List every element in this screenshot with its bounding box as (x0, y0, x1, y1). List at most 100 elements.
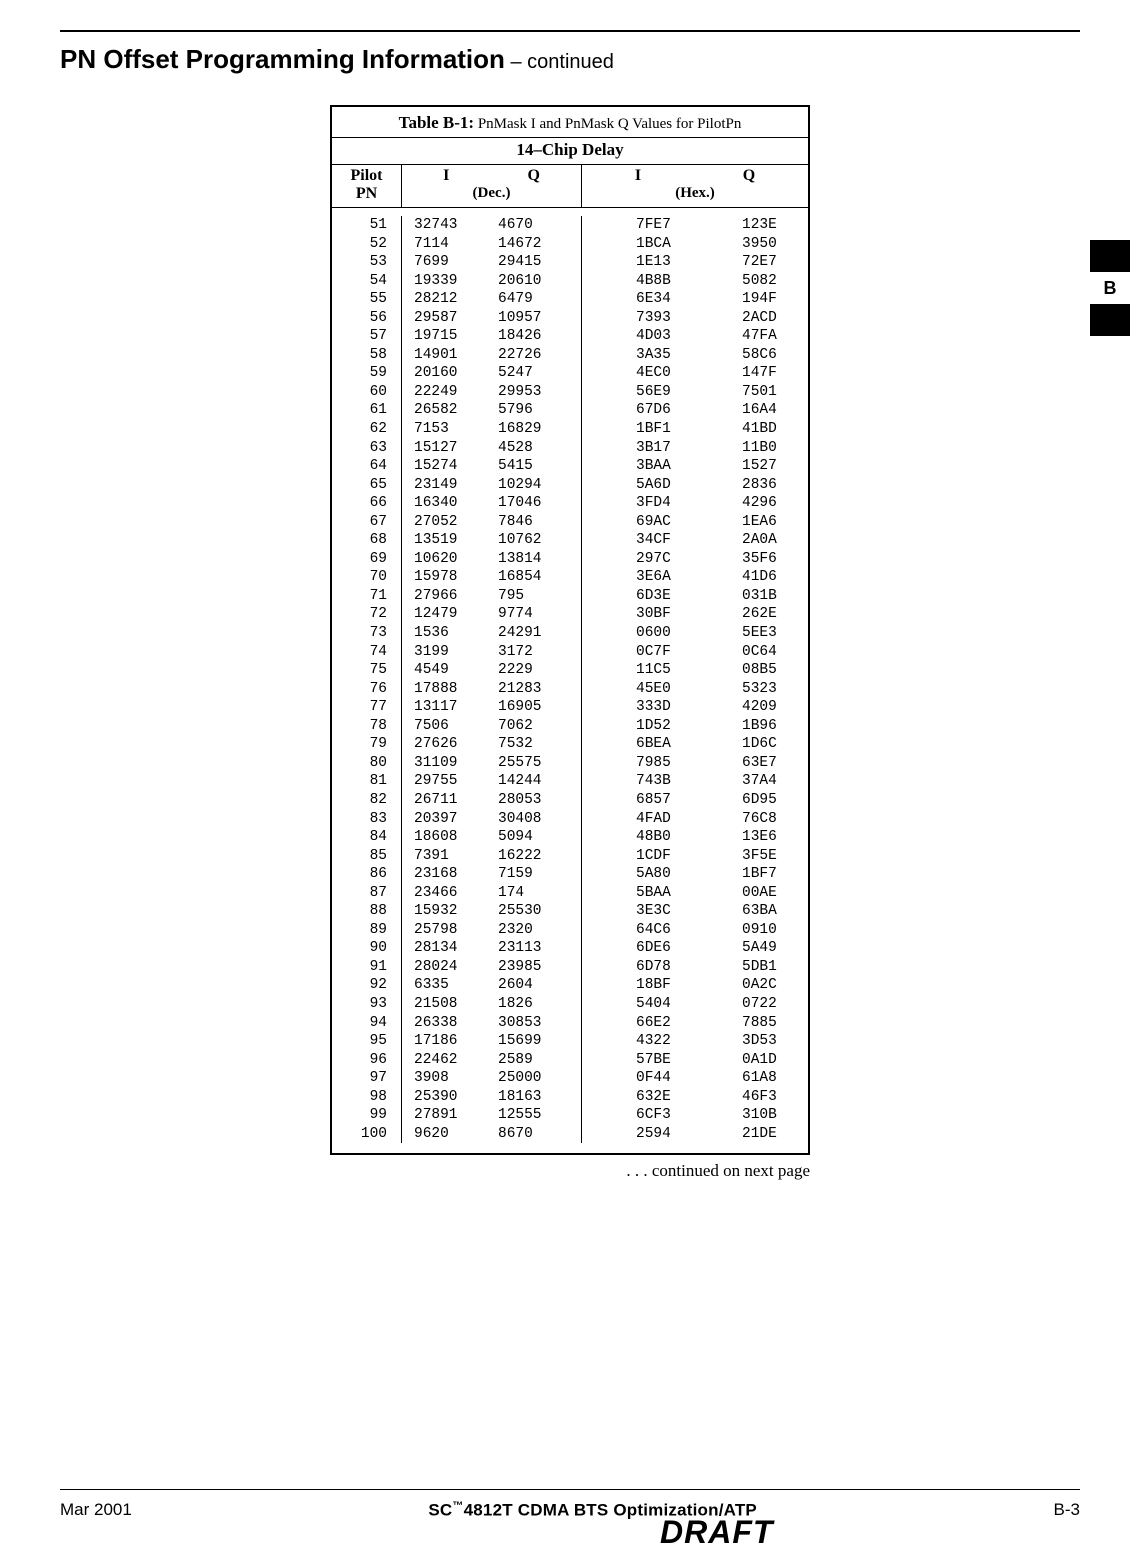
table-row: 926335260418BF0A2C (332, 976, 808, 995)
cell-q-dec: 29415 (492, 253, 582, 272)
cell-pn: 69 (332, 550, 402, 569)
cell-q-dec: 12555 (492, 1106, 582, 1125)
table-row: 627153168291BF141BD (332, 420, 808, 439)
cell-q-hex: 4296 (712, 494, 808, 513)
cell-q-dec: 23985 (492, 958, 582, 977)
cell-q-dec: 16829 (492, 420, 582, 439)
table-row: 8418608509448B013E6 (332, 828, 808, 847)
cell-q-dec: 7532 (492, 735, 582, 754)
cell-pn: 79 (332, 735, 402, 754)
cell-pn: 61 (332, 401, 402, 420)
table-row: 803110925575798563E7 (332, 754, 808, 773)
cell-i-dec: 18608 (402, 828, 492, 847)
cell-i-hex: 6E34 (582, 290, 712, 309)
table-row: 6523149102945A6D2836 (332, 476, 808, 495)
cell-q-hex: 1D6C (712, 735, 808, 754)
table-row: 71279667956D3E031B (332, 587, 808, 606)
cell-q-hex: 262E (712, 605, 808, 624)
cell-i-dec: 19715 (402, 327, 492, 346)
cell-i-hex: 333D (582, 698, 712, 717)
cell-q-dec: 16222 (492, 847, 582, 866)
table-row: 94263383085366E27885 (332, 1014, 808, 1033)
cell-q-hex: 0C64 (712, 643, 808, 662)
cell-pn: 97 (332, 1069, 402, 1088)
cell-i-hex: 3A35 (582, 346, 712, 365)
cell-i-hex: 56E9 (582, 383, 712, 402)
cell-i-dec: 7391 (402, 847, 492, 866)
cell-i-dec: 6335 (402, 976, 492, 995)
cell-q-hex: 0A1D (712, 1051, 808, 1070)
cell-i-dec: 29587 (402, 309, 492, 328)
cell-i-dec: 25798 (402, 921, 492, 940)
cell-i-dec: 7699 (402, 253, 492, 272)
cell-i-dec: 17888 (402, 680, 492, 699)
table-row: 6126582579667D616A4 (332, 401, 808, 420)
cell-q-hex: 58C6 (712, 346, 808, 365)
table-row: 857391162221CDF3F5E (332, 847, 808, 866)
cell-q-hex: 5DB1 (712, 958, 808, 977)
cell-q-dec: 18163 (492, 1088, 582, 1107)
cell-q-hex: 2836 (712, 476, 808, 495)
cell-i-hex: 5BAA (582, 884, 712, 903)
cell-pn: 94 (332, 1014, 402, 1033)
cell-i-dec: 27966 (402, 587, 492, 606)
table-row: 641527454153BAA1527 (332, 457, 808, 476)
table-row: 592016052474EC0147F (332, 364, 808, 383)
cell-i-hex: 6BEA (582, 735, 712, 754)
table-row: 7315362429106005EE3 (332, 624, 808, 643)
cell-q-hex: 47FA (712, 327, 808, 346)
cell-q-dec: 22726 (492, 346, 582, 365)
footer-rule (60, 1489, 1080, 1490)
cell-i-hex: 5A6D (582, 476, 712, 495)
table-row: 9927891125556CF3310B (332, 1106, 808, 1125)
cell-i-dec: 23466 (402, 884, 492, 903)
table-row: 527114146721BCA3950 (332, 235, 808, 254)
col-header-pilot-l2: PN (334, 185, 399, 203)
cell-i-dec: 12479 (402, 605, 492, 624)
cell-q-dec: 4528 (492, 439, 582, 458)
cell-q-hex: 2A0A (712, 531, 808, 550)
table-row: 95171861569943223D53 (332, 1032, 808, 1051)
cell-pn: 65 (332, 476, 402, 495)
cell-q-hex: 08B5 (712, 661, 808, 680)
footer-date: Mar 2001 (60, 1500, 132, 1520)
cell-i-dec: 7506 (402, 717, 492, 736)
side-tab-block-top (1090, 240, 1130, 272)
cell-pn: 57 (332, 327, 402, 346)
cell-q-dec: 21283 (492, 680, 582, 699)
cell-q-dec: 23113 (492, 939, 582, 958)
col-header-hex: I Q (Hex.) (582, 165, 808, 207)
cell-i-hex: 11C5 (582, 661, 712, 680)
table-header-row: Pilot PN I Q (Dec.) I Q (Hex.) (332, 165, 808, 208)
col-header-hex-label: (Hex.) (584, 185, 806, 202)
cell-pn: 96 (332, 1051, 402, 1070)
cell-i-dec: 22462 (402, 1051, 492, 1070)
table-row: 552821264796E34194F (332, 290, 808, 309)
cell-pn: 59 (332, 364, 402, 383)
cell-i-hex: 2594 (582, 1125, 712, 1144)
cell-i-dec: 28134 (402, 939, 492, 958)
table-row: 10096208670259421DE (332, 1125, 808, 1144)
cell-pn: 58 (332, 346, 402, 365)
cell-i-hex: 632E (582, 1088, 712, 1107)
cell-q-dec: 5415 (492, 457, 582, 476)
document-page: PN Offset Programming Information – cont… (0, 0, 1140, 1557)
table-subcaption: 14–Chip Delay (332, 138, 808, 165)
cell-pn: 68 (332, 531, 402, 550)
cell-i-dec: 28212 (402, 290, 492, 309)
col-header-pilot-l1: Pilot (334, 167, 399, 185)
cell-i-dec: 9620 (402, 1125, 492, 1144)
cell-i-dec: 1536 (402, 624, 492, 643)
cell-pn: 78 (332, 717, 402, 736)
cell-q-dec: 25000 (492, 1069, 582, 1088)
cell-i-hex: 4FAD (582, 810, 712, 829)
page-heading: PN Offset Programming Information – cont… (60, 44, 1080, 75)
cell-q-hex: 5323 (712, 680, 808, 699)
cell-pn: 63 (332, 439, 402, 458)
table-row: 691062013814297C35F6 (332, 550, 808, 569)
cell-i-hex: 6D3E (582, 587, 712, 606)
cell-q-dec: 16905 (492, 698, 582, 717)
table-row: 68135191076234CF2A0A (332, 531, 808, 550)
cell-q-dec: 6479 (492, 290, 582, 309)
cell-i-hex: 1BF1 (582, 420, 712, 439)
